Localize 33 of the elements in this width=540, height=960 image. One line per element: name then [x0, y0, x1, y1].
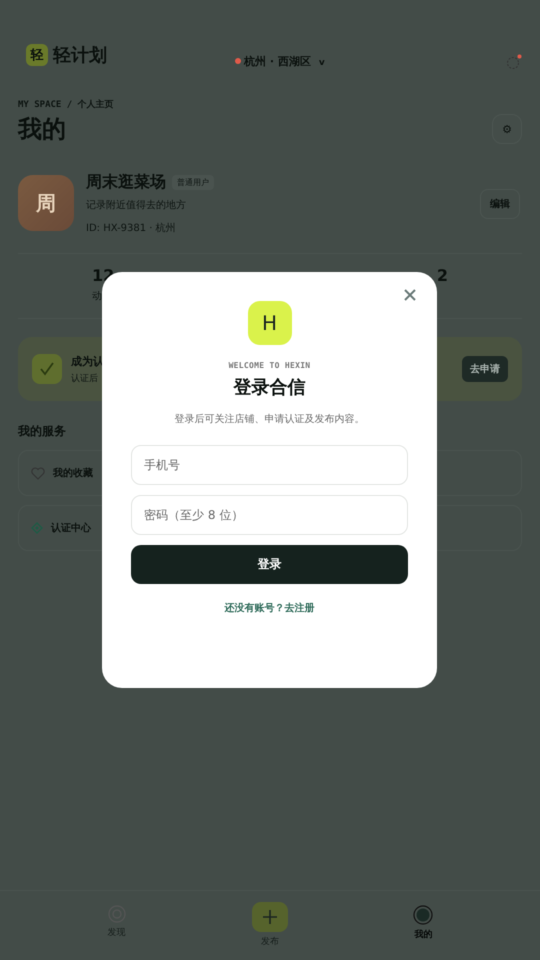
dashed-circle-icon[interactable] — [506, 54, 522, 70]
location-selector[interactable]: 杭州 · 西湖区 v — [235, 54, 325, 68]
settings-button[interactable]: ⚙ — [492, 114, 522, 144]
user-name: 周末逛菜场 — [86, 172, 166, 193]
stat-label: 动 — [92, 290, 103, 303]
plus-icon — [252, 902, 288, 932]
app-logo: H — [248, 301, 292, 345]
breadcrumb: MY SPACE / 个人主页 — [18, 98, 115, 111]
edit-button[interactable]: 编辑 — [480, 189, 520, 219]
close-icon[interactable] — [404, 289, 416, 301]
user-meta: ID: HX-9381 · 杭州 — [86, 222, 177, 235]
app-name: 轻计划 — [53, 44, 107, 67]
heart-icon — [31, 466, 45, 480]
diamond-icon — [31, 522, 43, 534]
welcome-text: WELCOME TO HEXIN — [228, 361, 310, 370]
input-field[interactable]: 密码（至少 8 位） — [131, 495, 408, 535]
banner-subtitle: 认证后 — [71, 372, 99, 384]
login-button[interactable]: 登录 — [131, 545, 408, 584]
dialog-title: 登录合信 — [234, 376, 306, 399]
apply-button[interactable]: 去申请 — [462, 356, 508, 382]
tab-item[interactable]: 我的 — [393, 905, 454, 941]
page-title: 我的 — [18, 114, 66, 145]
input-field[interactable]: 手机号 — [131, 445, 408, 485]
user-tag: 普通用户 — [172, 175, 214, 190]
user-bio: 记录附近值得去的地方 — [86, 198, 187, 212]
stat-value: 2 — [436, 266, 448, 285]
dialog-description: 登录后可关注店铺、申请认证及发布内容。 — [174, 412, 364, 426]
register-link[interactable]: 还没有账号？去注册 — [224, 601, 314, 615]
section-title: 我的服务 — [18, 423, 67, 440]
check-icon — [32, 354, 62, 384]
avatar: 周 — [18, 175, 74, 231]
profile-icon — [413, 905, 434, 925]
logo-icon: 轻 — [26, 44, 48, 66]
